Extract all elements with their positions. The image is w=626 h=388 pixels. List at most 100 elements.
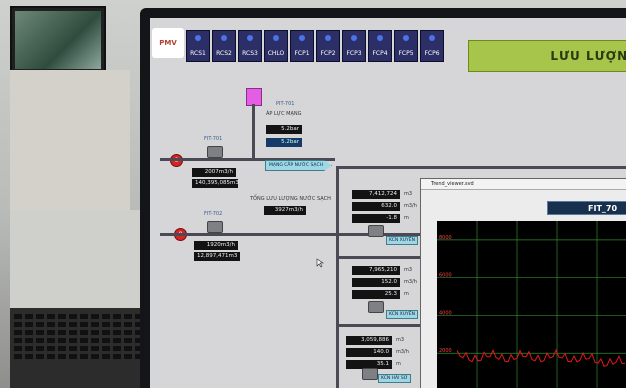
trend-series-line <box>456 348 625 368</box>
status-led-icon <box>247 35 253 41</box>
key <box>102 330 110 335</box>
key <box>91 322 99 327</box>
y-tick-label: 2000 <box>439 348 452 354</box>
branch-2-meter-icon[interactable] <box>368 301 384 313</box>
key <box>69 354 77 359</box>
branch-3-unit-1: m3/h <box>396 349 409 355</box>
status-led-icon <box>429 35 435 41</box>
key <box>113 346 121 351</box>
key <box>58 314 66 319</box>
fit-701-flow: 2007m3/h <box>192 168 236 177</box>
branch-1-meter-icon[interactable] <box>368 225 384 237</box>
branch-1-volume: 7,412,724 <box>352 190 400 199</box>
tab-label: RCS2 <box>216 50 232 57</box>
tab-fcp6[interactable]: FCP6 <box>420 30 444 62</box>
key <box>36 338 44 343</box>
pressure-value-1: 5.2bar <box>266 125 302 134</box>
branch-2-pipe <box>336 256 426 259</box>
branch-2-unit-0: m3 <box>404 267 413 273</box>
key <box>80 330 88 335</box>
tab-fcp5[interactable]: FCP5 <box>394 30 418 62</box>
key <box>36 330 44 335</box>
status-led-icon <box>195 35 201 41</box>
branch-3-volume: 3,059,886 <box>346 336 392 345</box>
key <box>124 346 132 351</box>
key <box>25 314 33 319</box>
tab-label: FCP5 <box>398 50 414 57</box>
fit-702-flow: 1920m3/h <box>194 241 238 250</box>
key <box>69 322 77 327</box>
tab-label: FCP1 <box>294 50 310 57</box>
tab-rcs3[interactable]: RCS3 <box>238 30 262 62</box>
key <box>80 314 88 319</box>
key <box>58 346 66 351</box>
y-tick-label: 6000 <box>439 273 452 279</box>
key <box>80 346 88 351</box>
key <box>113 322 121 327</box>
key <box>124 354 132 359</box>
status-led-icon <box>351 35 357 41</box>
total-flow-value: 3927m3/h <box>264 206 306 215</box>
branch-1-rate: 632.0 <box>352 202 400 211</box>
status-led-icon <box>221 35 227 41</box>
key <box>124 338 132 343</box>
key <box>124 314 132 319</box>
key <box>47 338 55 343</box>
branch-3-meter-icon[interactable] <box>362 368 378 380</box>
key <box>69 346 77 351</box>
key <box>113 314 121 319</box>
keyboard <box>10 308 145 388</box>
key <box>36 322 44 327</box>
key <box>69 314 77 319</box>
pressure-tag: PIT-701 <box>276 101 295 107</box>
branch-1-unit-0: m3 <box>404 191 413 197</box>
branch-1-tag: KCN XUYÊN <box>386 236 418 245</box>
tab-fcp4[interactable]: FCP4 <box>368 30 392 62</box>
key <box>102 354 110 359</box>
branch-2-rate: 152.0 <box>352 278 400 287</box>
key <box>25 322 33 327</box>
branch-2-tag: KCN XUYÊN <box>386 310 418 319</box>
tab-label: RCS3 <box>242 50 258 57</box>
tab-fcp1[interactable]: FCP1 <box>290 30 314 62</box>
trend-window-title: Trend_viewer.svd <box>421 179 626 190</box>
key <box>36 314 44 319</box>
tab-rcs2[interactable]: RCS2 <box>212 30 236 62</box>
tab-chlo[interactable]: CHLO <box>264 30 288 62</box>
tab-rcs1[interactable]: RCS1 <box>186 30 210 62</box>
key <box>47 314 55 319</box>
mouse-cursor-icon <box>316 258 324 268</box>
tab-label: CHLO <box>267 50 285 57</box>
clean-water-network-label: MẠNG CẤP NƯỚC SẠCH <box>265 160 332 171</box>
pressure-value-2: 5.2bar <box>266 138 302 147</box>
trend-plot: 8000 6000 4000 2000 <box>437 221 626 388</box>
tab-label: FCP4 <box>372 50 388 57</box>
trend-fit-label: FIT_70 <box>547 201 626 215</box>
top-branch-pipe <box>336 166 626 169</box>
key <box>69 330 77 335</box>
key <box>80 354 88 359</box>
trend-viewer-window[interactable]: Trend_viewer.svd FIT_70 8000 6000 4000 2000 <box>420 178 626 388</box>
branch-1-unit-1: m3/h <box>404 203 417 209</box>
wall <box>10 70 130 210</box>
key <box>69 338 77 343</box>
status-led-icon <box>299 35 305 41</box>
fit-701-total: 140,395,085m3 <box>192 179 239 188</box>
key <box>25 338 33 343</box>
key <box>47 354 55 359</box>
status-led-icon <box>273 35 279 41</box>
key <box>91 338 99 343</box>
key <box>47 322 55 327</box>
branch-3-unit-0: m3 <box>396 337 405 343</box>
status-led-icon <box>377 35 383 41</box>
flow-meter-1-icon[interactable] <box>207 146 223 158</box>
branch-2-volume: 7,965,210 <box>352 266 400 275</box>
fit-701-tag: FIT-701 <box>204 136 223 142</box>
tab-fcp2[interactable]: FCP2 <box>316 30 340 62</box>
flow-meter-2-icon[interactable] <box>207 221 223 233</box>
branch-3-pipe <box>336 324 426 327</box>
key <box>113 338 121 343</box>
company-logo: PMV <box>152 28 184 58</box>
tab-label: FCP6 <box>424 50 440 57</box>
tab-fcp3[interactable]: FCP3 <box>342 30 366 62</box>
